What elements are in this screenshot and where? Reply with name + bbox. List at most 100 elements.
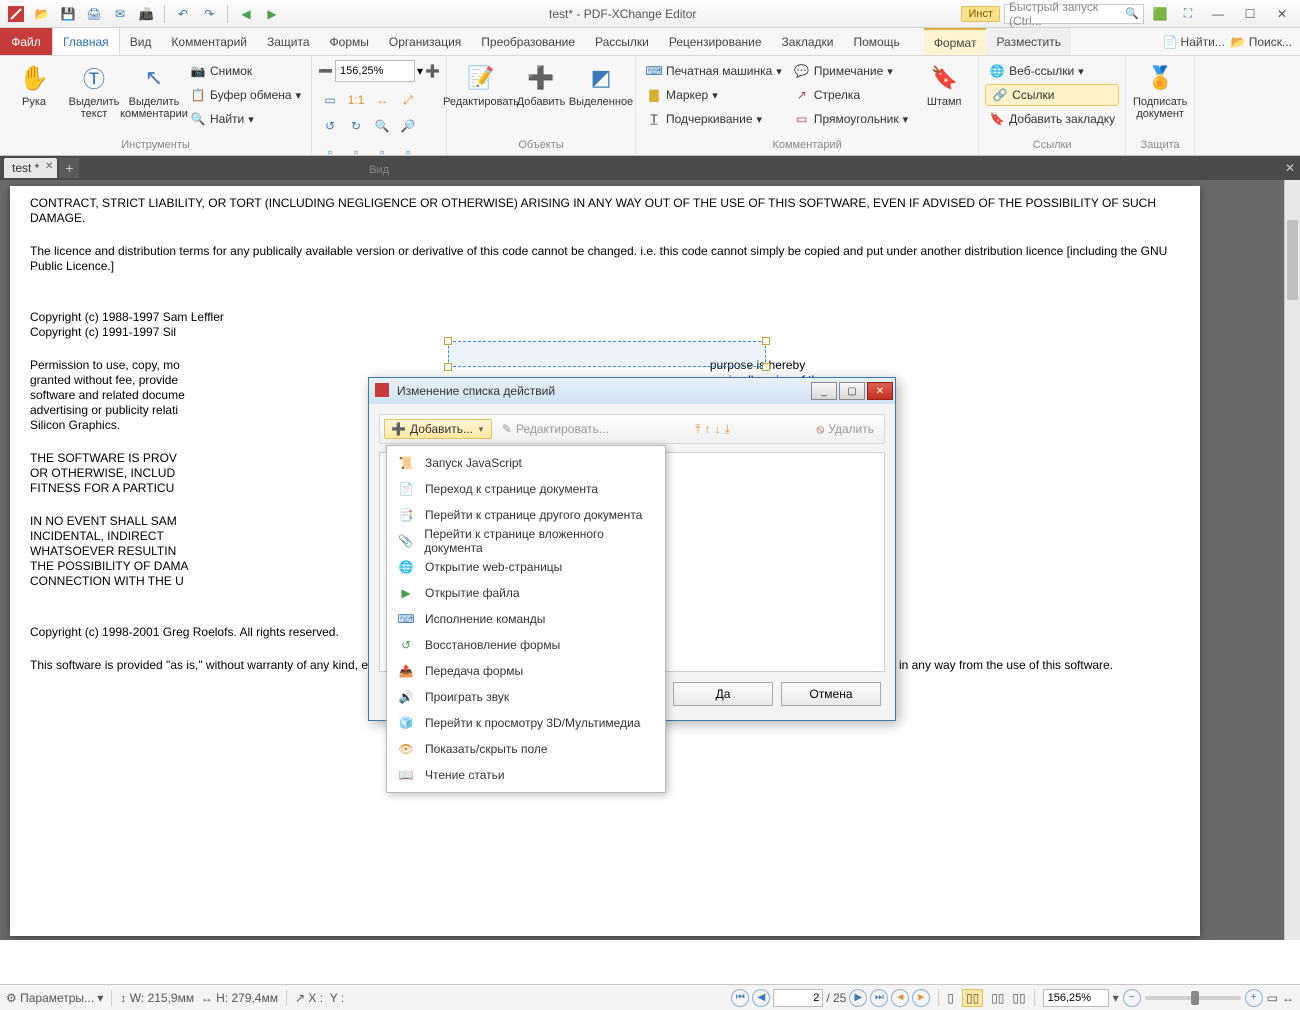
options-button[interactable]: ⚙ Параметры... ▾ (6, 991, 103, 1005)
tab-home[interactable]: Главная (52, 28, 120, 55)
tab-convert[interactable]: Преобразование (471, 28, 585, 55)
first-page-icon[interactable]: ⏮ (731, 989, 749, 1007)
vertical-scrollbar[interactable] (1284, 180, 1300, 940)
dd-goto-attachment[interactable]: 📎Перейти к странице вложенного документа (387, 528, 665, 554)
dialog-titlebar[interactable]: Изменение списка действий _ ▢ ✕ (369, 378, 895, 404)
dd-goto-3d[interactable]: 🧊Перейти к просмотру 3D/Мультимедиа (387, 710, 665, 736)
rotate-cw-icon[interactable]: ↻ (344, 114, 368, 138)
view-d-icon[interactable]: ▫ (396, 140, 420, 164)
zoom-in-icon[interactable]: ➕ (425, 64, 440, 78)
tab-protect[interactable]: Защита (257, 28, 320, 55)
move-top-icon[interactable]: ⤒ (695, 422, 700, 437)
move-bottom-icon[interactable]: ⤓ (725, 422, 730, 437)
add-action-button[interactable]: ➕Добавить...▼ (384, 419, 492, 439)
dd-open-file[interactable]: ▶Открытие файла (387, 580, 665, 606)
tab-view[interactable]: Вид (120, 28, 162, 55)
weblinks-button[interactable]: 🌐Веб-ссылки ▾ (985, 60, 1119, 82)
links-button[interactable]: 🔗Ссылки (985, 84, 1119, 106)
nav-back-icon[interactable]: ◀ (234, 3, 258, 25)
undo-icon[interactable]: ↶ (171, 3, 195, 25)
edit-content-button[interactable]: 📝Редактировать (453, 60, 509, 110)
view-c-icon[interactable]: ▫ (370, 140, 394, 164)
dd-show-hide-field[interactable]: 👁Показать/скрыть поле (387, 736, 665, 762)
zoom-dropdown-icon[interactable]: ▾ (417, 64, 423, 78)
zoom-input[interactable] (335, 60, 415, 82)
zoom-out-button[interactable]: − (1123, 989, 1141, 1007)
typewriter-button[interactable]: ⌨Печатная машинка▾ (642, 60, 786, 82)
link-selection-box[interactable] (448, 341, 766, 367)
edit-action-button[interactable]: ✎Редактировать... (496, 420, 615, 438)
tab-format[interactable]: Формат (924, 28, 987, 55)
select-comments-button[interactable]: ↖Выделить комментарии (126, 60, 182, 122)
layout-single-icon[interactable]: ▯ (947, 991, 954, 1005)
close-button[interactable]: ✕ (1268, 4, 1296, 24)
maximize-button[interactable]: ☐ (1236, 4, 1264, 24)
fullscreen-icon[interactable]: ⛶ (1176, 3, 1200, 25)
find-tool-button[interactable]: 🔍Найти ▾ (186, 108, 305, 130)
tab-bookmarks[interactable]: Закладки (772, 28, 844, 55)
loupe-icon[interactable]: 🔎 (396, 114, 420, 138)
add-bookmark-button[interactable]: 🔖Добавить закладку (985, 108, 1119, 130)
layout-facing-icon[interactable]: ▯▯ (991, 991, 1004, 1005)
rotate-ccw-icon[interactable]: ↺ (318, 114, 342, 138)
dd-submit-form[interactable]: 📤Передача формы (387, 658, 665, 684)
layout-facing-contig-icon[interactable]: ▯▯ (1012, 991, 1025, 1005)
dd-read-article[interactable]: 📖Чтение статьи (387, 762, 665, 788)
tab-review[interactable]: Рецензирование (659, 28, 772, 55)
ok-button[interactable]: Да (673, 682, 773, 706)
zoom-rect-icon[interactable]: 🔍 (370, 114, 394, 138)
note-button[interactable]: 💬Примечание▾ (790, 60, 912, 82)
add-content-button[interactable]: ➕Добавить (513, 60, 569, 110)
search-button[interactable]: 📂Поиск... (1231, 35, 1292, 49)
close-tab-icon[interactable]: ✕ (45, 161, 53, 172)
zoom-in-button[interactable]: + (1245, 989, 1263, 1007)
dd-play-sound[interactable]: 🔊Проиграть звук (387, 684, 665, 710)
cancel-button[interactable]: Отмена (781, 682, 881, 706)
dialog-maximize-button[interactable]: ▢ (839, 382, 865, 400)
rect-button[interactable]: ▭Прямоугольник▾ (790, 108, 912, 130)
dd-execute-command[interactable]: ⌨Исполнение команды (387, 606, 665, 632)
dd-goto-page[interactable]: 📄Переход к странице документа (387, 476, 665, 502)
document-tab[interactable]: test *✕ (4, 158, 57, 178)
dialog-minimize-button[interactable]: _ (811, 382, 837, 400)
mail-icon[interactable]: ✉ (108, 3, 132, 25)
view-b-icon[interactable]: ▫ (344, 140, 368, 164)
fit-width-icon[interactable]: ↔ (370, 88, 394, 112)
marker-button[interactable]: ▇Маркер▾ (642, 84, 786, 106)
nav-back-icon[interactable]: ◄ (891, 989, 909, 1007)
ui-options-icon[interactable]: 🟩 (1148, 3, 1172, 25)
status-zoom-input[interactable] (1043, 989, 1109, 1007)
arrow-button[interactable]: ↗Стрелка (790, 84, 912, 106)
open-icon[interactable]: 📂 (30, 3, 54, 25)
fit-page-button[interactable]: ▭ (1267, 991, 1278, 1005)
find-button[interactable]: 📄Найти... (1163, 35, 1225, 49)
hand-tool-button[interactable]: ✋Рука (6, 60, 62, 110)
actual-size-icon[interactable]: 1:1 (344, 88, 368, 112)
minimize-button[interactable]: — (1204, 4, 1232, 24)
file-tab[interactable]: Файл (0, 28, 52, 55)
nav-fwd-icon[interactable]: ► (912, 989, 930, 1007)
redo-icon[interactable]: ↷ (197, 3, 221, 25)
dd-run-javascript[interactable]: 📜Запуск JavaScript (387, 450, 665, 476)
underline-button[interactable]: T̲Подчеркивание▾ (642, 108, 786, 130)
zoom-out-icon[interactable]: ➖ (318, 64, 333, 78)
dd-goto-other-doc[interactable]: 📑Перейти к странице другого документа (387, 502, 665, 528)
quick-launch-input[interactable]: Быстрый запуск (Ctrl... 🔍 (1004, 4, 1144, 24)
dialog-close-button[interactable]: ✕ (867, 382, 893, 400)
tab-help[interactable]: Помощь (843, 28, 909, 55)
move-up-icon[interactable]: ↑ (705, 422, 711, 437)
stamp-button[interactable]: 🔖Штамп (916, 60, 972, 110)
save-icon[interactable]: 💾 (56, 3, 80, 25)
select-text-button[interactable]: ⓉВыделить текст (66, 60, 122, 122)
view-a-icon[interactable]: ▫ (318, 140, 342, 164)
fit-page-icon[interactable]: ▭ (318, 88, 342, 112)
sign-button[interactable]: 🏅Подписать документ (1132, 60, 1188, 122)
snapshot-button[interactable]: 📷Снимок (186, 60, 305, 82)
delete-action-button[interactable]: ⦸Удалить (810, 420, 880, 439)
tab-forms[interactable]: Формы (320, 28, 379, 55)
print-icon[interactable]: 🖨 (82, 3, 106, 25)
nav-fwd-icon[interactable]: ▶ (260, 3, 284, 25)
fit-visible-icon[interactable]: ⤢ (396, 88, 420, 112)
clipboard-button[interactable]: 📋Буфер обмена ▾ (186, 84, 305, 106)
zoom-slider[interactable] (1145, 996, 1241, 1000)
